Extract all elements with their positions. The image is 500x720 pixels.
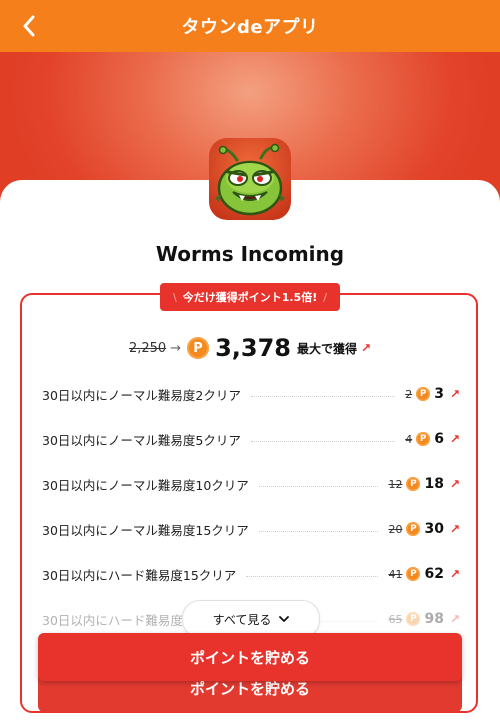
task-new-points: 18 [424,476,444,492]
task-old-points: 4 [405,432,413,446]
dotted-leader [250,395,396,397]
task-old-points: 20 [388,522,403,536]
back-button[interactable] [14,11,44,41]
external-link-icon: ↗ [449,432,460,446]
worm-monster-icon [209,138,291,220]
task-row: 30日以内にノーマル難易度10クリア 12 P 18 ↗ [42,472,460,496]
dotted-leader [258,485,379,487]
see-all-label: すべて見る [212,612,272,627]
external-link-icon: ↗ [449,522,460,536]
total-points-row: 2,250 → P 3,378 最大で獲得 ↗ [0,334,500,362]
task-old-points: 65 [388,612,403,626]
task-new-points: 3 [434,386,444,402]
task-old-points: 12 [388,477,403,491]
total-points-value: 3,378 [215,334,291,362]
chevron-down-icon [279,616,290,622]
task-label: 30日以内にノーマル難易度5クリア [42,432,241,448]
app-header: タウンdeアプリ [0,0,500,52]
cta-label: ポイントを貯める [189,648,310,667]
app-icon [209,138,291,220]
point-coin-icon: P [406,612,421,626]
dotted-leader [250,440,396,442]
task-row: 30日以内にノーマル難易度2クリア 2 P 3 ↗ [42,382,460,406]
task-row: 30日以内にハード難易度15クリア 41 P 62 ↗ [42,562,460,586]
task-label: 30日以内にハード難易度15クリア [42,567,237,583]
earn-points-button[interactable]: ポイントを貯める [38,633,462,681]
point-coin-icon: P [406,567,421,581]
bonus-badge: \ 今だけ獲得ポイント1.5倍! / [160,283,340,311]
point-coin-icon: P [187,337,210,359]
dotted-leader [258,530,379,532]
task-old-points: 2 [405,387,413,401]
old-total-points: 2,250 [128,340,167,356]
external-link-icon: ↗ [449,477,460,491]
task-label: 30日以内にノーマル難易度10クリア [42,477,249,493]
task-label: 30日以内にノーマル難易度2クリア [42,387,241,403]
task-row: 30日以内にノーマル難易度5クリア 4 P 6 ↗ [42,427,460,451]
task-new-points: 30 [424,521,444,537]
decor-mark-left: \ [173,290,177,304]
point-coin-icon: P [416,432,431,446]
task-row: 30日以内にノーマル難易度15クリア 20 P 30 ↗ [42,517,460,541]
task-new-points: 98 [424,611,444,627]
task-label: 30日以内にハード難易度2 [42,612,191,628]
decor-mark-right: / [323,290,327,304]
point-coin-icon: P [406,477,421,491]
external-link-icon: ↗ [361,341,372,355]
external-link-icon: ↗ [449,387,460,401]
external-link-icon: ↗ [449,612,460,626]
task-new-points: 62 [424,566,444,582]
chevron-left-icon [23,15,35,37]
total-points-suffix: 最大で獲得 [296,341,357,356]
task-new-points: 6 [434,431,444,447]
arrow-right-icon: → [170,340,182,356]
dotted-leader [246,575,379,577]
point-coin-icon: P [416,387,431,401]
point-coin-icon: P [406,522,421,536]
app-name: Worms Incoming [155,242,345,266]
task-old-points: 41 [388,567,403,581]
external-link-icon: ↗ [449,567,460,581]
task-label: 30日以内にノーマル難易度15クリア [42,522,249,538]
header-title: タウンdeアプリ [181,17,319,38]
bonus-text: 今だけ獲得ポイント1.5倍! [182,291,318,304]
